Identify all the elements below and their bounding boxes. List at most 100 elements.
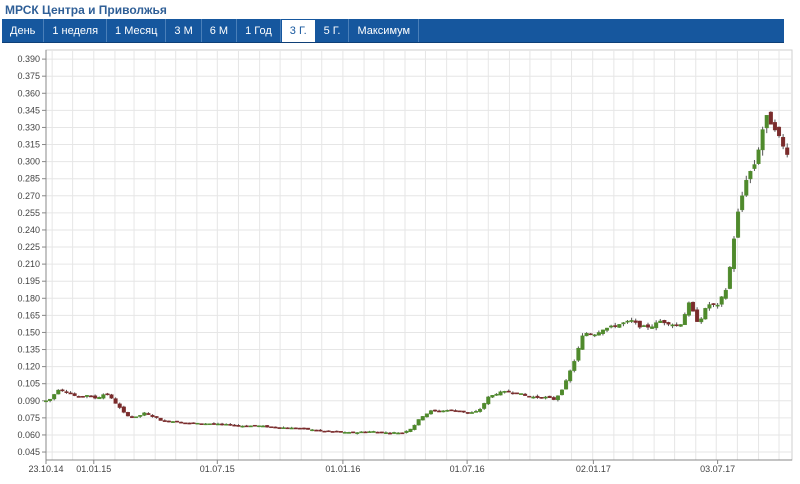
candle-body [232,424,237,427]
candle-body [727,266,732,289]
candle-body [695,309,700,322]
candle-body [48,398,53,401]
candle-body [84,395,89,397]
candle-body [711,303,716,305]
candle-body [199,423,204,425]
candle-body [625,320,630,323]
candle-body [433,409,438,412]
candle-body [416,419,421,426]
candle-body [449,409,454,412]
candle-body [600,329,605,334]
candle-body [322,430,327,433]
candle-body [674,324,679,327]
candle-body [158,417,163,421]
candle-body [736,211,741,238]
candle-body [211,423,216,425]
candle-body [719,296,724,305]
candle-body [109,394,114,399]
candle-body [490,395,495,398]
candle-body [244,425,249,428]
candle-body [445,410,450,412]
candle-body [187,422,192,425]
candle-body [465,412,470,414]
candle-body [138,415,143,417]
x-tick-label: 01.07.16 [450,464,485,474]
candle-body [473,411,478,413]
candle-body [605,327,610,331]
candle-body [101,394,106,399]
candle-body [273,426,278,429]
y-tick-label: 0.225 [17,242,40,252]
y-tick-label: 0.060 [17,430,40,440]
candle-body [584,333,589,337]
candle-body [723,289,728,299]
candle-body [134,416,139,419]
candle-body [252,424,257,427]
candle-body [469,412,474,414]
y-tick-label: 0.240 [17,225,40,235]
candle-body [519,393,524,395]
candle-body [412,424,417,430]
candle-body [650,326,655,329]
candle-body [375,431,380,434]
candle-body [613,325,618,327]
candle-body [785,147,790,155]
candle-body [658,320,663,323]
candle-body [261,425,266,428]
candle-body [617,324,622,328]
candle-body [588,333,593,336]
candle-body [240,425,245,428]
candle-body [768,111,773,125]
candle-body [428,410,433,415]
candle-body [547,395,552,398]
candle-body [396,432,401,435]
y-tick-label: 0.210 [17,259,40,269]
candle-body [97,397,102,400]
candle-body [527,395,532,398]
candle-body [670,324,675,327]
y-tick-label: 0.120 [17,362,40,372]
x-tick-label: 01.07.15 [200,464,235,474]
candle-body [629,320,634,322]
candle-body [633,320,638,323]
candle-body [334,430,339,433]
candle-body [486,396,491,405]
candle-body [342,432,347,434]
candle-body [297,427,302,430]
candle-body [166,420,171,423]
candle-body [89,395,94,398]
candle-body [404,430,409,433]
candle-body [744,179,749,196]
candle-body [195,422,200,425]
candle-body [191,422,196,425]
candle-body [772,122,777,131]
candle-body [248,425,253,428]
candle-body [641,325,646,327]
x-tick-label: 01.01.15 [76,464,111,474]
candle-body [682,314,687,326]
y-tick-label: 0.330 [17,122,40,132]
candle-body [80,396,85,398]
candle-body [371,431,376,433]
candle-body [224,423,229,426]
candle-body [146,413,151,415]
candle-body [277,427,282,429]
y-tick-label: 0.360 [17,88,40,98]
candle-body [314,429,319,432]
candle-body [621,322,626,325]
y-tick-label: 0.345 [17,105,40,115]
candle-body [301,427,306,430]
candle-body [113,398,118,404]
y-tick-label: 0.195 [17,276,40,286]
candle-body [351,431,356,434]
candle-body [363,431,368,434]
candle-body [777,126,782,137]
candle-body [121,406,126,413]
candle-body [740,195,745,211]
candle-body [338,431,343,433]
candle-body [678,324,683,327]
candle-body [539,397,544,399]
y-tick-label: 0.090 [17,396,40,406]
candle-body [72,393,77,396]
candle-body [236,425,241,427]
